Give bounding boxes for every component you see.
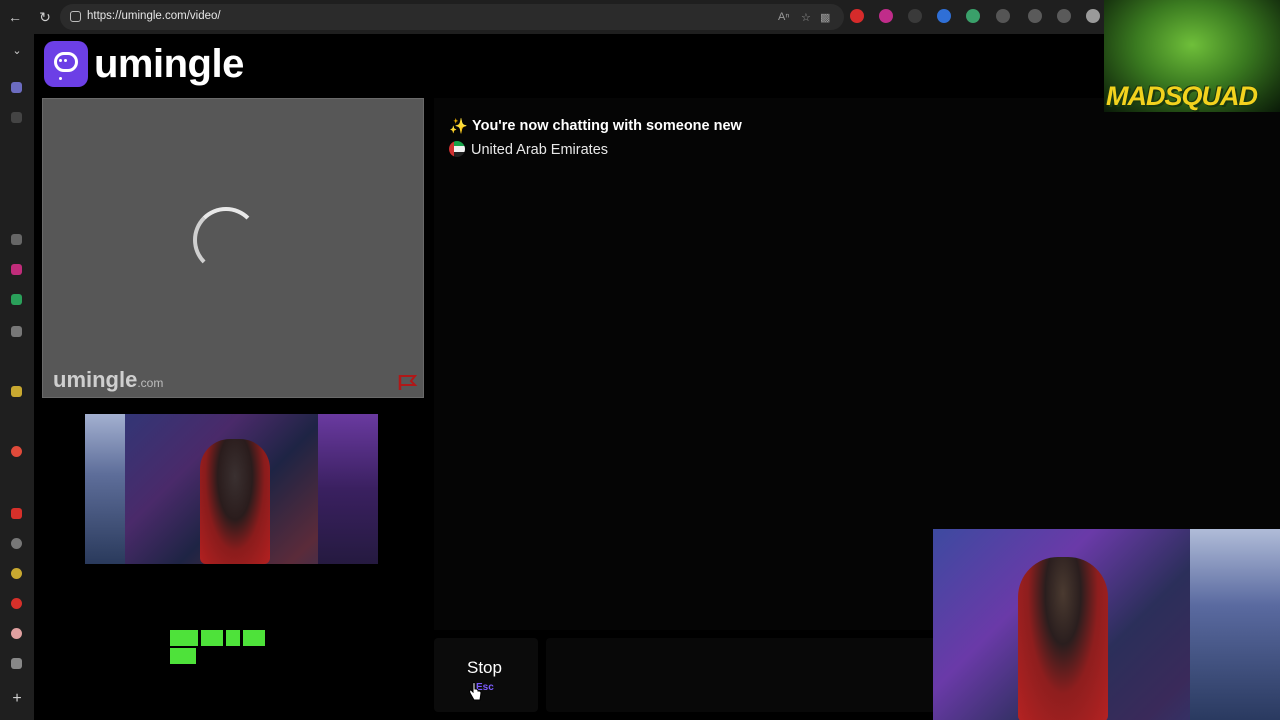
- logo-text[interactable]: umingle: [94, 42, 244, 87]
- message-input[interactable]: [546, 638, 936, 712]
- sidebar-tab-icon[interactable]: [11, 82, 22, 93]
- url-text: https://umingle.com/video/: [87, 10, 221, 22]
- stranger-country: United Arab Emirates: [471, 142, 609, 158]
- madsquad-text: MADSQUAD: [1106, 81, 1258, 111]
- sparkle-icon: ✨: [449, 118, 468, 135]
- sidebar-tab-icon[interactable]: [11, 568, 22, 579]
- extension-settings-icon[interactable]: [1028, 9, 1042, 23]
- extension-blue-icon[interactable]: [937, 9, 951, 23]
- favorite-star-icon[interactable]: ☆: [801, 11, 811, 24]
- extension-green-icon[interactable]: [966, 9, 980, 23]
- sidebar-tab-icon[interactable]: [11, 294, 22, 305]
- extension-gray-icon[interactable]: [908, 9, 922, 23]
- chat-status-title: You're now chatting with someone new: [472, 118, 742, 134]
- sidebar-tab-icon[interactable]: [11, 264, 22, 275]
- reload-icon[interactable]: ↻: [36, 8, 54, 26]
- sidebar-tab-icon[interactable]: [11, 112, 22, 123]
- browser-toolbar: ← ↻ https://umingle.com/video/ Aⁿ ☆ ▩: [0, 0, 1280, 34]
- umingle-logo-icon[interactable]: [44, 41, 88, 87]
- self-camera-feed: [85, 414, 378, 564]
- extensions-puzzle-icon[interactable]: [996, 9, 1010, 23]
- sidebar-tab-icon[interactable]: [11, 386, 22, 397]
- extension-pink-icon[interactable]: [879, 9, 893, 23]
- madsquad-overlay: MADSQUAD: [1104, 0, 1280, 112]
- report-flag-icon[interactable]: [397, 373, 419, 391]
- stop-label: Stop: [467, 658, 502, 677]
- recording-tab-icon[interactable]: [11, 628, 22, 639]
- watermark: umingle.com: [53, 367, 164, 392]
- sidebar-tab-icon[interactable]: [11, 326, 22, 337]
- sidebar-tab-icon[interactable]: [11, 234, 22, 245]
- stranger-video: umingle.com: [42, 98, 424, 398]
- gmail-icon[interactable]: [11, 508, 22, 519]
- extension-red-icon[interactable]: [850, 9, 864, 23]
- browser-sidebar: ⌄ +: [0, 34, 34, 720]
- green-logo-icon: [170, 630, 294, 664]
- loading-spinner-icon: [193, 207, 259, 273]
- stop-button[interactable]: Stop Esc: [434, 638, 538, 712]
- favorites-icon[interactable]: [1057, 9, 1071, 23]
- mute-icon[interactable]: [11, 658, 22, 669]
- add-tab-icon[interactable]: +: [8, 690, 26, 708]
- sidebar-tab-icon[interactable]: [11, 538, 22, 549]
- address-bar[interactable]: https://umingle.com/video/ Aⁿ ☆ ▩: [60, 4, 844, 30]
- site-info-icon[interactable]: [70, 11, 81, 22]
- chevron-down-icon[interactable]: ⌄: [8, 42, 26, 60]
- uae-flag-icon: [449, 141, 465, 157]
- read-aloud-icon[interactable]: Aⁿ: [778, 11, 789, 23]
- hand-cursor-icon: [469, 682, 482, 701]
- camera-icon[interactable]: ▩: [820, 11, 830, 24]
- profile-avatar-icon[interactable]: [1086, 9, 1100, 23]
- sidebar-tab-icon[interactable]: [11, 598, 22, 609]
- streamer-webcam-overlay: [933, 529, 1280, 720]
- google-icon[interactable]: [11, 446, 22, 457]
- back-arrow-icon[interactable]: ←: [6, 8, 24, 26]
